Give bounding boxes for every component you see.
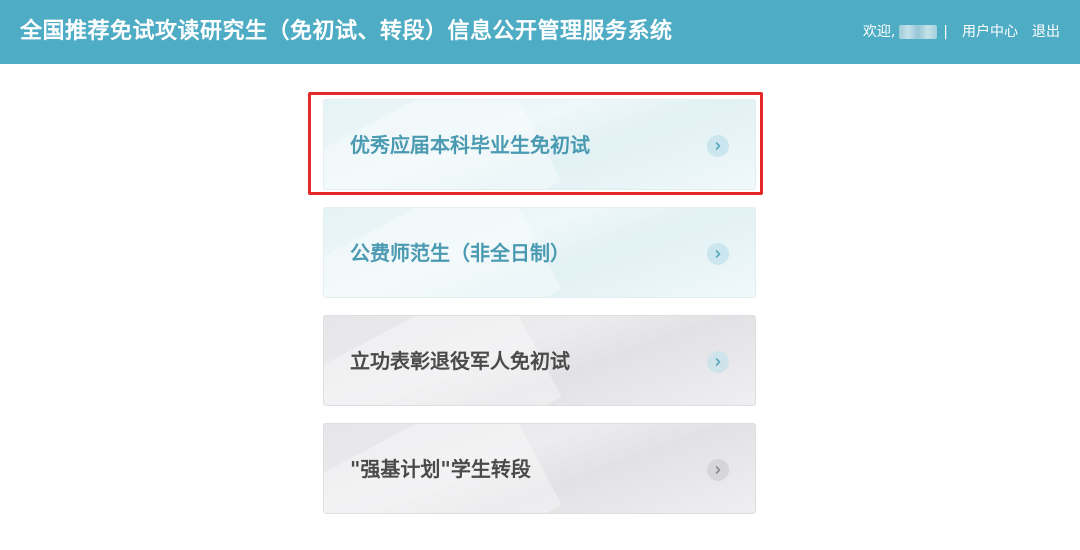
chevron-right-icon: [707, 351, 729, 373]
menu-item-strong-base-plan[interactable]: "强基计划"学生转段: [323, 423, 756, 514]
menu-item-label: 公费师范生（非全日制）: [350, 241, 570, 265]
menu-item-label: "强基计划"学生转段: [350, 457, 531, 481]
chevron-right-icon: [707, 135, 729, 157]
menu-item-veterans[interactable]: 立功表彰退役军人免初试: [323, 315, 756, 406]
program-menu: 优秀应届本科毕业生免初试 公费师范生（非全日制） 立功表彰退役军人免初试 "强基…: [323, 99, 756, 531]
menu-item-label: 立功表彰退役军人免初试: [350, 349, 570, 373]
username-redacted: [899, 25, 938, 39]
user-center-link[interactable]: 用户中心: [962, 0, 1018, 64]
top-header: 全国推荐免试攻读研究生（免初试、转段）信息公开管理服务系统 欢迎, | 用户中心…: [0, 0, 1080, 64]
chevron-right-icon: [707, 243, 729, 265]
menu-item-label: 优秀应届本科毕业生免初试: [350, 133, 590, 157]
system-title: 全国推荐免试攻读研究生（免初试、转段）信息公开管理服务系统: [20, 19, 673, 44]
separator: |: [943, 24, 948, 40]
chevron-right-icon: [707, 459, 729, 481]
user-area: 欢迎, | 用户中心 退出: [863, 0, 1060, 64]
menu-item-outstanding-graduates[interactable]: 优秀应届本科毕业生免初试: [323, 99, 756, 190]
menu-item-public-funded-normal[interactable]: 公费师范生（非全日制）: [323, 207, 756, 298]
logout-link[interactable]: 退出: [1032, 0, 1060, 64]
welcome-text: 欢迎,: [862, 24, 896, 40]
